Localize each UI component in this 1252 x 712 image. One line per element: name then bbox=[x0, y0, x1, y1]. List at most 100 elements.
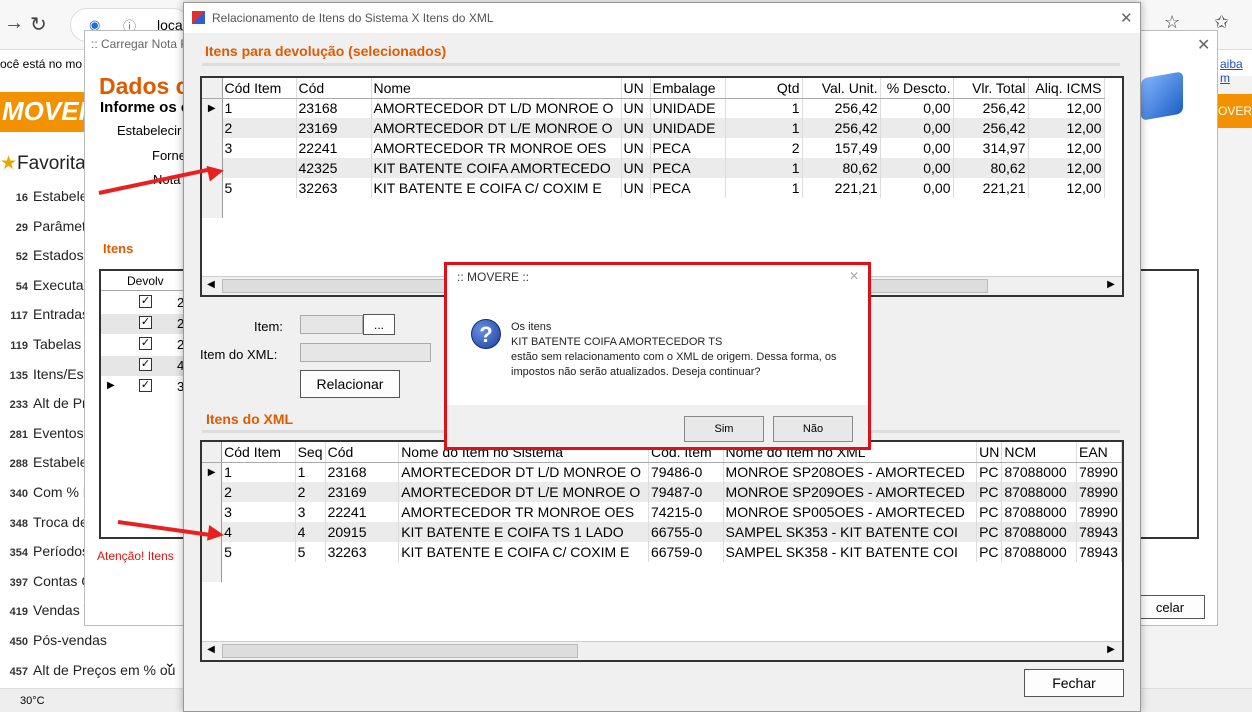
sidebar-item[interactable]: 135 Itens/Esta bbox=[4, 366, 96, 382]
column-header[interactable]: Aliq. ICMS bbox=[1028, 78, 1105, 99]
row-indicator[interactable] bbox=[202, 118, 223, 138]
sidebar-item[interactable]: 450 Pós-vendas bbox=[4, 632, 107, 648]
section-divider bbox=[202, 63, 1120, 66]
checkbox-checked-icon[interactable]: ✓ bbox=[139, 337, 152, 350]
yes-button[interactable]: Sim bbox=[684, 416, 764, 442]
checkbox-checked-icon[interactable]: ✓ bbox=[139, 316, 152, 329]
row-indicator[interactable]: ▶ bbox=[202, 462, 223, 482]
sidebar-item[interactable]: 340 Com % D bbox=[4, 484, 93, 500]
sidebar-item[interactable]: 117 Entradas bbox=[4, 306, 89, 322]
sidebar-item[interactable]: 52 Estados bbox=[4, 247, 84, 263]
item-field[interactable] bbox=[300, 315, 363, 334]
sidebar-item-number: 348 bbox=[9, 517, 28, 530]
sidebar-item[interactable]: 348 Troca de bbox=[4, 514, 88, 530]
sidebar-item[interactable]: 29 Parâmetr bbox=[4, 218, 91, 234]
table-cell: UNIDADE bbox=[650, 98, 726, 118]
sidebar-item[interactable]: 354 Períodos bbox=[4, 543, 89, 559]
browse-item-button[interactable]: ... bbox=[363, 314, 395, 335]
table-cell: 80,62 bbox=[953, 158, 1029, 178]
sidebar-item[interactable]: 288 Estabele bbox=[4, 454, 88, 471]
column-header[interactable]: NCM bbox=[1001, 442, 1077, 463]
scroll-right-icon[interactable]: ▶ bbox=[1104, 279, 1118, 290]
bg-close-icon[interactable]: ✕ bbox=[1197, 35, 1210, 55]
sidebar-item[interactable]: 419 Vendas V bbox=[4, 602, 93, 618]
scroll-right-icon-2[interactable]: ▶ bbox=[1104, 644, 1118, 655]
table-cell: 23168 bbox=[296, 98, 372, 118]
table-row[interactable]: 2 23169 AMORTECEDOR DT L/E MONROE O UN UNIDA… bbox=[202, 118, 1105, 138]
column-header[interactable]: Vlr. Total bbox=[953, 78, 1029, 99]
table-cell: 78943 bbox=[1076, 542, 1122, 562]
table-cell: 23169 bbox=[296, 118, 372, 138]
message-close-icon[interactable]: ✕ bbox=[849, 269, 859, 283]
table-cell: 12,00 bbox=[1028, 138, 1105, 158]
fechar-button[interactable]: Fechar bbox=[1024, 669, 1124, 697]
table-row[interactable]: ▶ 1 1 23168 AMORTECEDOR DT L/D MONROE O 79486… bbox=[202, 462, 1122, 482]
table-row[interactable]: 3 22241 AMORTECEDOR TR MONROE OES UN PECA 2 15… bbox=[202, 138, 1105, 158]
bg-cancel-button[interactable]: celar bbox=[1135, 595, 1205, 619]
column-header[interactable]: Cód Item bbox=[222, 78, 297, 99]
message-line-1: Os itens bbox=[511, 321, 552, 333]
sidebar-item-number: 288 bbox=[9, 458, 28, 471]
table-cell: 79486-0 bbox=[648, 462, 724, 482]
table-cell: 1 bbox=[725, 178, 803, 198]
table-cell: 79487-0 bbox=[648, 482, 724, 502]
sidebar-item[interactable]: 397 Contas C bbox=[4, 573, 92, 589]
sidebar-item[interactable]: 281 Eventos bbox=[4, 425, 84, 441]
sidebar-item[interactable]: 119 Tabelas c bbox=[4, 336, 92, 352]
column-header[interactable]: Val. Unit. bbox=[802, 78, 881, 99]
column-header[interactable]: Cód bbox=[296, 78, 372, 99]
table-cell: 1 bbox=[295, 462, 326, 482]
column-header[interactable]: Embalage bbox=[650, 78, 726, 99]
scroll-left-icon-2[interactable]: ◀ bbox=[204, 644, 218, 655]
bg-label-estab: Estabelecir bbox=[117, 123, 182, 138]
column-header[interactable]: Seq bbox=[295, 442, 326, 463]
column-header[interactable]: Nome bbox=[371, 78, 622, 99]
table-cell: 87088000 bbox=[1001, 522, 1077, 542]
sidebar-item[interactable]: 233 Alt de Pre bbox=[4, 395, 95, 411]
table-row[interactable]: 4 4 20915 KIT BATENTE E COIFA TS 1 LADO 6675… bbox=[202, 522, 1122, 542]
table-cell: 5 bbox=[221, 542, 296, 562]
table-row[interactable]: 5 5 32263 KIT BATENTE E COIFA C/ COXIM E 667… bbox=[202, 542, 1122, 562]
table-row[interactable]: 42325 KIT BATENTE COIFA AMORTECEDO UN PECA 1… bbox=[202, 158, 1105, 178]
table-row[interactable]: ▶ 1 23168 AMORTECEDOR DT L/D MONROE O UN UNID… bbox=[202, 98, 1105, 118]
item-xml-field[interactable] bbox=[300, 343, 431, 362]
table-cell: 23168 bbox=[325, 462, 400, 482]
sidebar-item[interactable]: 16 Estabele bbox=[4, 188, 88, 204]
scroll-left-icon[interactable]: ◀ bbox=[204, 279, 218, 290]
row-indicator-icon: ▶ bbox=[107, 380, 115, 391]
row-indicator[interactable]: ▶ bbox=[202, 98, 223, 118]
column-header[interactable]: Cód bbox=[325, 442, 400, 463]
row-indicator[interactable] bbox=[202, 138, 223, 158]
table-row[interactable]: 5 32263 KIT BATENTE E COIFA C/ COXIM E UN PE… bbox=[202, 178, 1105, 198]
scroll-thumb-2[interactable] bbox=[222, 644, 578, 658]
chevron-down-icon[interactable]: ⌄ bbox=[164, 654, 176, 671]
column-header[interactable]: Cód Item bbox=[221, 442, 296, 463]
notice-link[interactable]: aiba m bbox=[1220, 57, 1252, 85]
checkbox-checked-icon[interactable]: ✓ bbox=[139, 379, 152, 392]
sidebar-item[interactable]: 54 Executa bbox=[4, 277, 84, 293]
row-indicator[interactable] bbox=[202, 542, 223, 562]
checkbox-checked-icon[interactable]: ✓ bbox=[139, 358, 152, 371]
checkbox-checked-icon[interactable]: ✓ bbox=[139, 295, 152, 308]
no-button[interactable]: Não bbox=[773, 416, 853, 442]
table-cell: 32263 bbox=[296, 178, 372, 198]
xml-grid-scrollbar[interactable]: ◀ ▶ bbox=[202, 641, 1122, 660]
message-line-3: estão sem relacionamento com o XML de or… bbox=[511, 351, 837, 363]
table-row[interactable]: 2 2 23169 AMORTECEDOR DT L/E MONROE O 79487-… bbox=[202, 482, 1122, 502]
table-row[interactable]: 3 3 22241 AMORTECEDOR TR MONROE OES 74215-0 M… bbox=[202, 502, 1122, 522]
sidebar-item-label: Troca de bbox=[33, 513, 88, 530]
sidebar-item[interactable]: 457 Alt de Preços em % ou bbox=[4, 662, 176, 678]
row-indicator[interactable] bbox=[202, 502, 223, 522]
table-cell: 5 bbox=[295, 542, 326, 562]
column-header[interactable]: EAN bbox=[1076, 442, 1122, 463]
table-cell: 66755-0 bbox=[648, 522, 724, 542]
relacionar-button[interactable]: Relacionar bbox=[300, 370, 400, 398]
table-cell: 42325 bbox=[296, 158, 372, 178]
column-header[interactable]: Qtd bbox=[725, 78, 803, 99]
column-header[interactable]: UN bbox=[621, 78, 651, 99]
dialog-close-icon[interactable]: ✕ bbox=[1120, 9, 1133, 27]
xml-items-grid[interactable]: Cód Item Seq Cód Nome do Item no Sistema Cód… bbox=[200, 440, 1124, 662]
row-indicator[interactable] bbox=[202, 482, 223, 502]
column-header[interactable]: % Descto. bbox=[880, 78, 954, 99]
column-header[interactable]: UN bbox=[976, 442, 1003, 463]
